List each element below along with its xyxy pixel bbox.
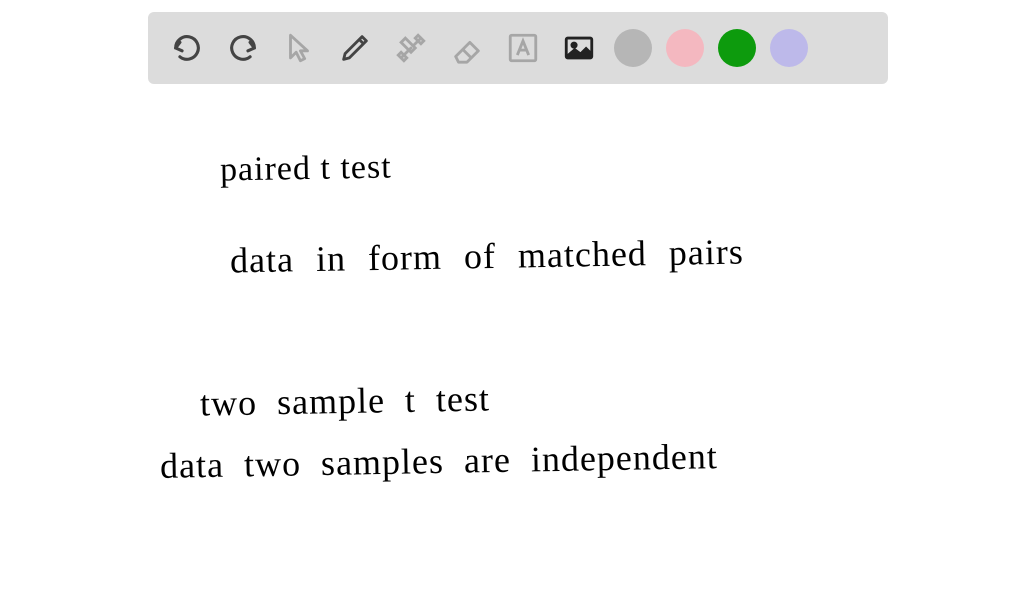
- undo-button[interactable]: [166, 27, 208, 69]
- handwritten-text-line-2: data in form of matched pairs: [230, 231, 745, 282]
- handwritten-text-line-4: data two samples are independent: [160, 435, 718, 487]
- tools-menu-button[interactable]: [390, 27, 432, 69]
- tools-icon: [394, 31, 428, 65]
- eraser-button[interactable]: [446, 27, 488, 69]
- drawing-canvas[interactable]: paired t test data in form of matched pa…: [0, 95, 1024, 594]
- handwritten-text-line-3: two sample t test: [200, 377, 491, 424]
- undo-icon: [170, 31, 204, 65]
- eraser-icon: [450, 31, 484, 65]
- color-pink[interactable]: [666, 29, 704, 67]
- image-icon: [562, 31, 596, 65]
- handwritten-text-line-1: paired t test: [220, 149, 392, 190]
- pencil-button[interactable]: [334, 27, 376, 69]
- redo-icon: [226, 31, 260, 65]
- text-icon: [506, 31, 540, 65]
- pointer-button[interactable]: [278, 27, 320, 69]
- color-lavender[interactable]: [770, 29, 808, 67]
- pointer-icon: [282, 31, 316, 65]
- pencil-icon: [338, 31, 372, 65]
- color-green[interactable]: [718, 29, 756, 67]
- drawing-toolbar: [148, 12, 888, 84]
- color-gray[interactable]: [614, 29, 652, 67]
- text-tool-button[interactable]: [502, 27, 544, 69]
- redo-button[interactable]: [222, 27, 264, 69]
- image-tool-button[interactable]: [558, 27, 600, 69]
